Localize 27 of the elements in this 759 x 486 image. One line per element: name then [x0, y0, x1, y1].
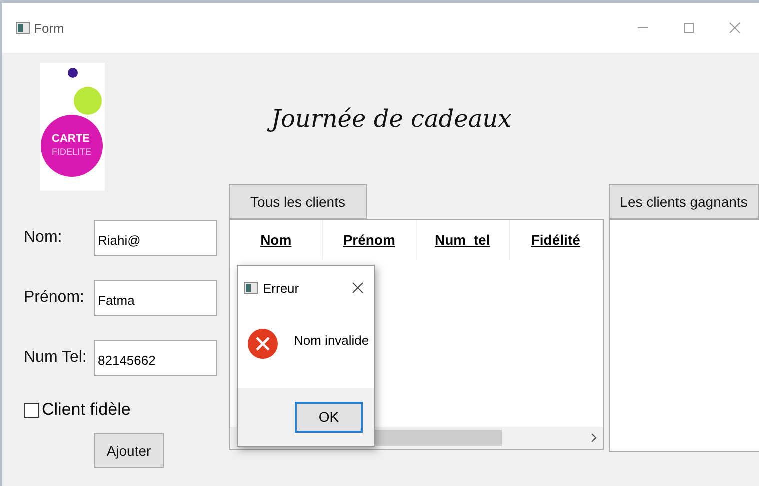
field-label: Prénom:: [24, 289, 86, 307]
column-header[interactable]: Nom: [230, 220, 324, 260]
field-label: Num Tel:: [24, 349, 88, 367]
ok-button[interactable]: OK: [295, 402, 363, 432]
add-button[interactable]: Ajouter: [94, 433, 164, 468]
column-header[interactable]: Fidélité: [510, 220, 603, 260]
logo-text: CARTE: [52, 133, 90, 145]
app-icon: [244, 282, 258, 294]
winners-button[interactable]: Les clients gagnants: [609, 184, 759, 219]
input-field[interactable]: Fatma: [94, 280, 217, 316]
checkbox[interactable]: [24, 402, 39, 418]
logo-text: FIDELITE: [52, 147, 92, 157]
column-header[interactable]: Num_tel: [416, 220, 510, 260]
scroll-right-icon[interactable]: [591, 433, 597, 443]
input-field[interactable]: 82145662: [94, 340, 217, 376]
error-message: Nom invalide: [294, 333, 370, 348]
dialog-title: Erreur: [263, 280, 300, 296]
error-icon: [248, 329, 278, 359]
maximize-icon[interactable]: [683, 22, 695, 34]
app-icon: [16, 22, 30, 34]
close-icon[interactable]: [352, 282, 364, 294]
checkbox-label: Client fidèle: [42, 400, 131, 420]
window-title: Form: [34, 20, 64, 36]
all-clients-button[interactable]: Tous les clients: [229, 184, 367, 219]
input-field[interactable]: Riahi@: [94, 220, 217, 256]
column-header[interactable]: Prénom: [323, 220, 416, 260]
field-label: Nom:: [24, 229, 64, 247]
